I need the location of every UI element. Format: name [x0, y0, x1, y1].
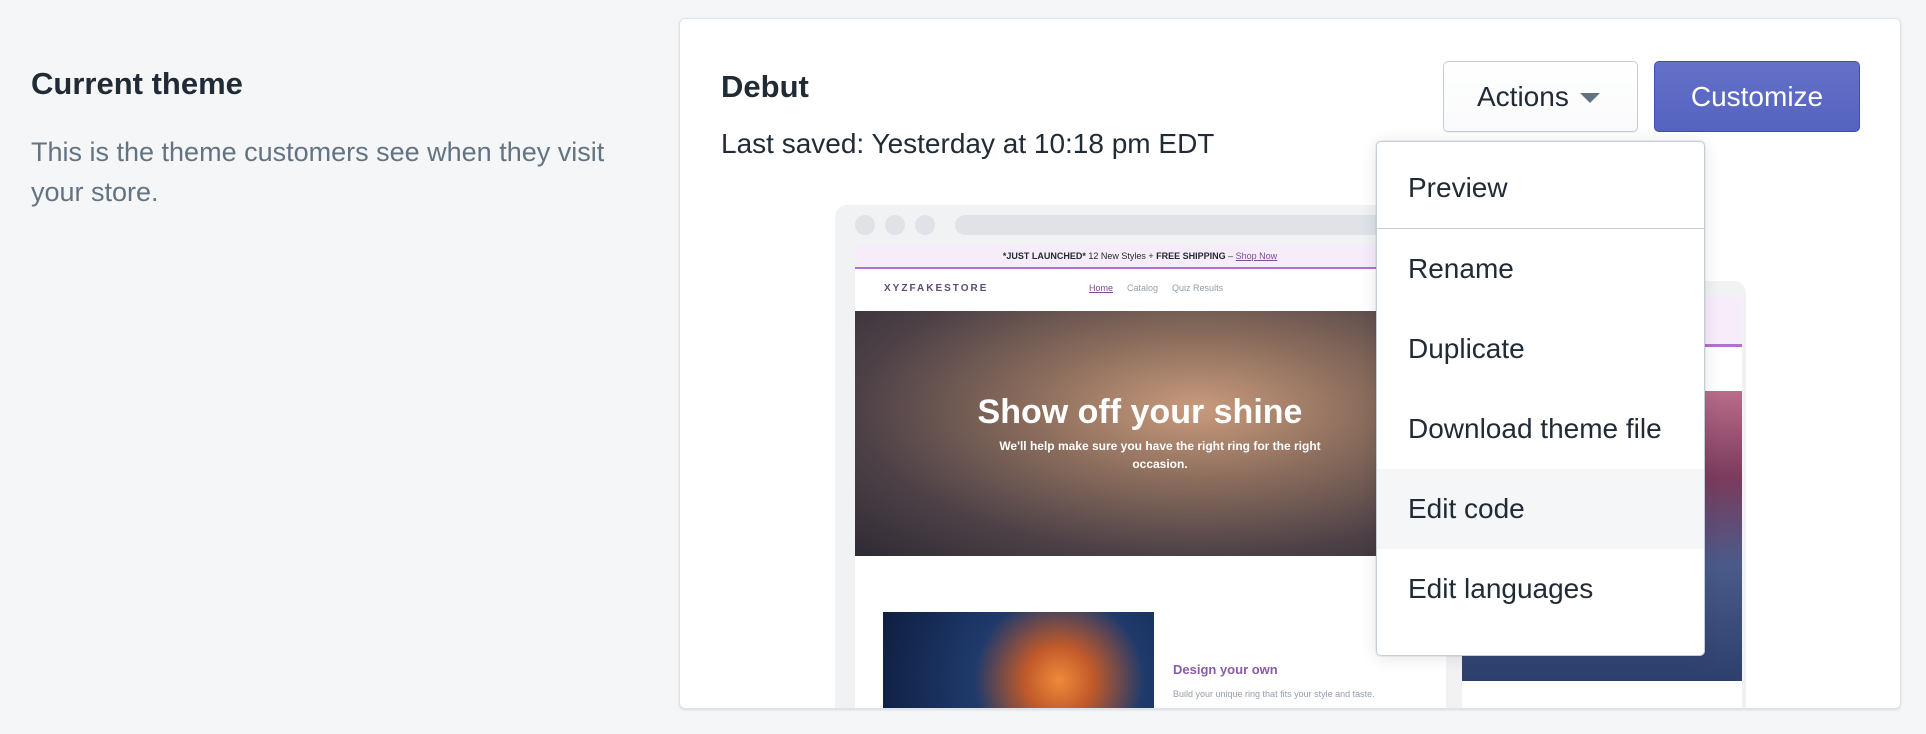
hero-subtitle: We'll help make sure you have the right …	[999, 439, 1321, 471]
menu-item-edit-languages[interactable]: Edit languages	[1377, 549, 1704, 629]
store-logo: XYZFAKESTORE	[884, 283, 989, 294]
menu-item-edit-code[interactable]: Edit code	[1377, 469, 1704, 549]
actions-dropdown: Preview Rename Duplicate Download theme …	[1376, 141, 1705, 656]
current-theme-annotation: Current theme This is the theme customer…	[31, 64, 611, 212]
announcement-bar: *JUST LAUNCHED* 12 New Styles + FREE SHI…	[855, 245, 1425, 269]
desktop-preview: *JUST LAUNCHED* 12 New Styles + FREE SHI…	[835, 205, 1425, 708]
caret-down-icon	[1580, 93, 1600, 103]
window-dot-icon	[855, 215, 875, 235]
feature-title: Design your own	[1173, 662, 1278, 677]
feature-text: Build your unique ring that fits your st…	[1173, 689, 1375, 699]
storefront-preview: *JUST LAUNCHED* 12 New Styles + FREE SHI…	[855, 245, 1425, 708]
section-description: This is the theme customers see when the…	[31, 137, 605, 207]
store-nav-item: Quiz Results	[1172, 283, 1224, 293]
announcement-link: Shop Now	[1235, 251, 1278, 261]
hero-image: Show off your shine We'll help make sure…	[855, 311, 1425, 556]
menu-item-duplicate[interactable]: Duplicate	[1377, 309, 1704, 389]
last-saved-text: Last saved: Yesterday at 10:18 pm EDT	[721, 128, 1215, 159]
feature-image	[883, 612, 1154, 708]
theme-card: Debut Last saved: Yesterday at 10:18 pm …	[679, 18, 1901, 709]
window-dot-icon	[885, 215, 905, 235]
actions-label: Actions	[1477, 80, 1569, 112]
window-dot-icon	[915, 215, 935, 235]
announcement-mid: 12 New Styles +	[1085, 251, 1157, 261]
actions-button[interactable]: Actions	[1443, 61, 1638, 132]
store-nav-item: Home	[1089, 283, 1114, 293]
feature-section: Design your own Build your unique ring t…	[855, 556, 1425, 708]
announcement-bold: FREE SHIPPING	[1156, 251, 1226, 261]
menu-item-rename[interactable]: Rename	[1377, 229, 1704, 309]
theme-name: Debut	[721, 69, 809, 104]
store-nav: Home Catalog Quiz Results	[1089, 283, 1223, 293]
store-nav-item: Catalog	[1127, 283, 1159, 293]
section-title: Current theme	[31, 66, 243, 101]
customize-button[interactable]: Customize	[1654, 61, 1860, 132]
window-controls	[855, 215, 935, 235]
menu-item-preview[interactable]: Preview	[1377, 148, 1704, 228]
url-bar	[955, 215, 1395, 235]
menu-item-download-theme-file[interactable]: Download theme file	[1377, 389, 1704, 469]
store-header: XYZFAKESTORE Home Catalog Quiz Results	[855, 269, 1425, 311]
hero-title: Show off your shine	[977, 393, 1303, 431]
announcement-prefix: *JUST LAUNCHED*	[1002, 251, 1086, 261]
announcement-sep: –	[1225, 251, 1236, 261]
